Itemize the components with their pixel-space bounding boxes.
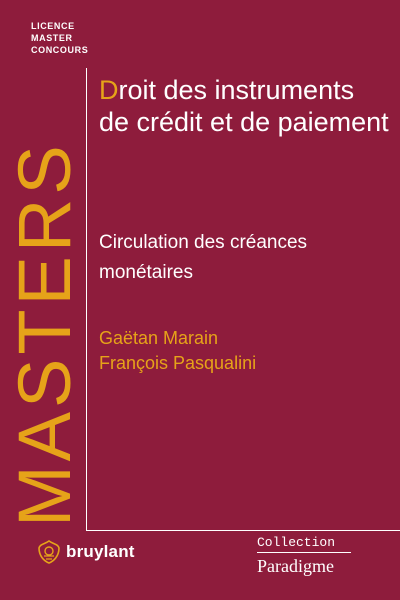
publisher-logo: bruylant — [38, 540, 135, 564]
series-tag-master: MASTER — [31, 33, 73, 43]
author-2: François Pasqualini — [99, 353, 257, 373]
series-tag-concours: CONCOURS — [31, 45, 89, 55]
collection-block: Collection Paradigme — [257, 535, 351, 576]
series-name-wrapper: MASTERS — [3, 79, 86, 527]
collection-rule — [257, 552, 351, 553]
author-1: Gaëtan Marain — [99, 328, 219, 348]
collection-label: Collection — [257, 535, 336, 550]
book-subtitle: Circulation des créances monétaires — [99, 232, 308, 283]
vertical-divider — [86, 68, 87, 530]
bruylant-emblem-icon — [38, 540, 60, 564]
series-name: MASTERS — [3, 141, 86, 527]
collection-name: Paradigme — [257, 556, 334, 576]
book-cover: LICENCE MASTER CONCOURS MASTERS Droit de… — [0, 0, 400, 600]
book-title: Droit des instruments de crédit et de pa… — [99, 74, 389, 138]
series-tag-licence: LICENCE — [31, 21, 75, 31]
title-initial: D — [99, 75, 119, 105]
series-tags: LICENCE MASTER CONCOURS — [31, 20, 88, 56]
horizontal-divider — [86, 530, 400, 531]
title-rest: roit des instruments de crédit et de pai… — [99, 75, 389, 137]
publisher-name: bruylant — [66, 542, 135, 561]
authors: Gaëtan Marain François Pasqualini — [99, 326, 389, 376]
